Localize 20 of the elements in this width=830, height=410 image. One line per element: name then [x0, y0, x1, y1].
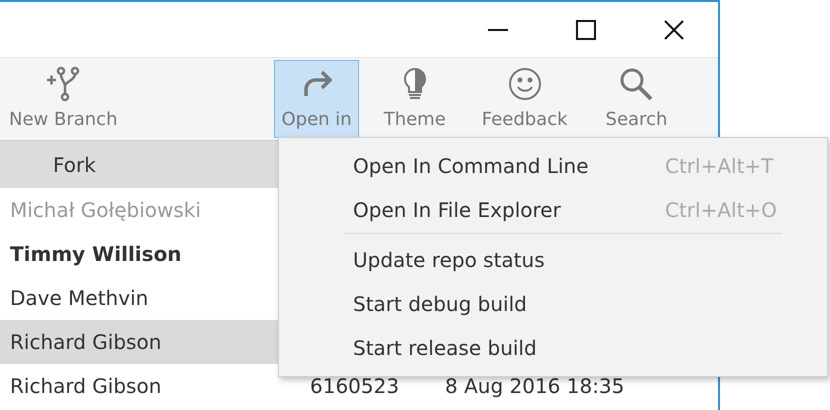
commit-hash: 6160523 — [310, 373, 400, 400]
close-icon — [663, 18, 685, 40]
toolbar-button[interactable]: New Branch — [2, 60, 124, 138]
branch-icon — [45, 66, 82, 102]
menu-item[interactable]: Open In Command Line — [353, 151, 665, 181]
shortcut-label: Ctrl+Alt+T — [665, 153, 774, 180]
minimize-icon — [488, 28, 508, 30]
toolbar-button[interactable]: Search — [598, 60, 674, 138]
menu-item[interactable]: Start debug build — [353, 289, 665, 319]
author-name: Richard Gibson — [9, 373, 162, 400]
menu-item[interactable]: Open In File Explorer — [353, 195, 665, 225]
menu-item[interactable]: Start release build — [353, 333, 665, 363]
smiley-icon — [506, 66, 543, 102]
maximize-icon — [575, 18, 597, 40]
search-icon — [618, 66, 654, 102]
menu-item[interactable]: Update repo status — [353, 245, 665, 275]
toolbar-button[interactable]: Feedback — [474, 60, 575, 138]
author-name: Richard Gibson — [9, 329, 162, 356]
commit-date: 8 Aug 2016 18:35 — [445, 373, 624, 400]
shortcut-label: Ctrl+Alt+O — [665, 197, 777, 224]
